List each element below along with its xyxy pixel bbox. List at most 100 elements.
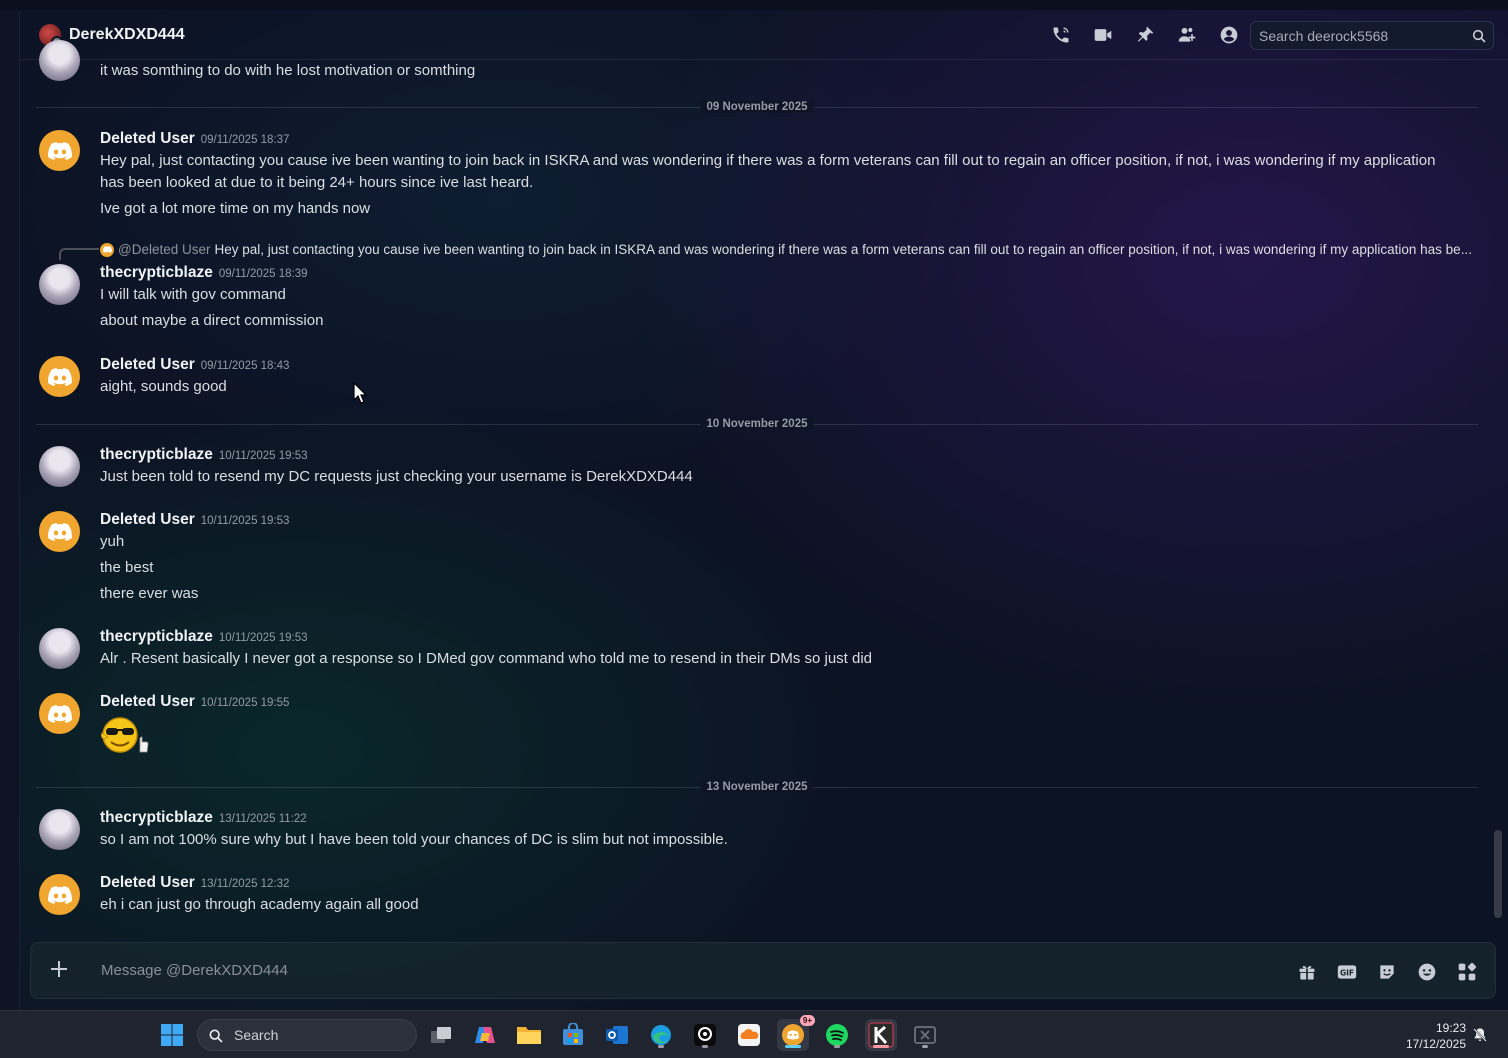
avatar[interactable] [39, 693, 80, 734]
avatar[interactable] [39, 264, 80, 305]
timestamp: 10/11/2025 19:55 [200, 697, 290, 709]
message-text: eh i can just go through academy again a… [100, 896, 419, 913]
video-call-icon[interactable] [1082, 10, 1124, 60]
date-divider: 13 November 2025 [36, 781, 1478, 793]
discord-logo-icon [47, 141, 72, 160]
gift-icon[interactable] [1287, 952, 1327, 992]
taskbar-search[interactable]: Search [197, 1019, 417, 1051]
running-indicator [834, 1045, 840, 1048]
dm-title[interactable]: DerekXDXD444 [69, 26, 185, 44]
k-app-icon[interactable] [865, 1019, 897, 1051]
discord-logo-icon [47, 704, 72, 723]
reply-preview[interactable]: @Deleted User Hey pal, just contacting y… [100, 242, 1472, 257]
avatar[interactable] [39, 356, 80, 397]
user-profile-icon[interactable] [1208, 10, 1250, 60]
message-composer[interactable]: Message @DerekXDXD444 GIF [30, 942, 1496, 999]
username[interactable]: Deleted User [100, 130, 195, 147]
clock-time: 19:23 [1435, 1021, 1466, 1035]
message-text: so I am not 100% sure why but I have bee… [100, 831, 728, 848]
steam-app-icon[interactable] [689, 1019, 721, 1051]
avatar[interactable] [39, 130, 80, 171]
edge-browser-icon[interactable] [645, 1019, 677, 1051]
message-scrollbar[interactable] [1494, 830, 1502, 918]
timestamp: 10/11/2025 19:53 [218, 450, 308, 462]
spotify-icon[interactable] [821, 1019, 853, 1051]
discord-taskbar-icon[interactable]: 9+ [777, 1015, 815, 1051]
upload-plus-icon[interactable] [49, 959, 73, 983]
system-clock[interactable]: 19:23 17/12/2025 [1392, 1020, 1466, 1052]
windows-start-icon[interactable] [160, 1023, 184, 1052]
message-text: Ive got a lot more time on my hands now [100, 200, 371, 217]
reply-avatar [100, 242, 114, 257]
username[interactable]: Deleted User [100, 693, 195, 710]
task-view-icon[interactable] [425, 1019, 457, 1051]
composer-toolbar: GIF [1287, 943, 1487, 1000]
running-indicator [922, 1045, 928, 1048]
username[interactable]: Deleted User [100, 874, 195, 891]
username[interactable]: thecrypticblaze [100, 446, 213, 463]
reply-author[interactable]: @Deleted User [118, 242, 211, 257]
message-text: there ever was [100, 585, 199, 602]
search-icon[interactable] [1471, 28, 1487, 47]
outlook-icon[interactable] [601, 1019, 633, 1051]
date-divider: 10 November 2025 [36, 418, 1478, 430]
message-text: has been looked at due to it being 24+ h… [100, 174, 534, 191]
search-input[interactable]: Search deerock5568 [1250, 21, 1494, 50]
timestamp: 09/11/2025 18:37 [200, 134, 290, 146]
discord-logo-icon [47, 522, 72, 541]
clock-date: 17/12/2025 [1405, 1037, 1466, 1051]
message-text: Alr . Resent basically I never got a res… [100, 650, 873, 667]
message-header: thecrypticblaze 10/11/2025 19:53 [100, 446, 308, 464]
username[interactable]: Deleted User [100, 511, 195, 528]
snipping-tool-icon[interactable] [909, 1019, 941, 1051]
avatar[interactable] [39, 874, 80, 915]
message-text: I will talk with gov command [100, 286, 286, 303]
date-divider-label: 09 November 2025 [700, 101, 814, 113]
avatar[interactable] [39, 628, 80, 669]
running-indicator [658, 1045, 664, 1048]
add-friends-icon[interactable] [1166, 10, 1208, 60]
username[interactable]: Deleted User [100, 356, 195, 373]
pin-icon[interactable] [1124, 10, 1166, 60]
username[interactable]: thecrypticblaze [100, 628, 213, 645]
username[interactable]: thecrypticblaze [100, 809, 213, 826]
avatar[interactable] [39, 446, 80, 487]
sticker-icon[interactable] [1367, 952, 1407, 992]
gif-icon[interactable]: GIF [1327, 952, 1367, 992]
discord-logo-icon [47, 367, 72, 386]
message-input[interactable]: Message @DerekXDXD444 [101, 962, 288, 979]
dm-header: DerekXDXD444 Search deerock5568 [20, 10, 1508, 60]
active-indicator [785, 1045, 801, 1048]
emoji-icon[interactable] [1407, 952, 1447, 992]
username[interactable]: thecrypticblaze [100, 264, 213, 281]
svg-text:GIF: GIF [1340, 968, 1354, 977]
date-divider-label: 13 November 2025 [700, 781, 814, 793]
timestamp: 09/11/2025 18:39 [218, 268, 308, 280]
avatar[interactable] [39, 511, 80, 552]
running-indicator [702, 1045, 708, 1048]
avatar[interactable] [39, 809, 80, 850]
voice-call-icon[interactable] [1040, 10, 1082, 60]
apps-icon[interactable] [1447, 952, 1487, 992]
timestamp: 10/11/2025 19:53 [218, 632, 308, 644]
message-header: thecrypticblaze 10/11/2025 19:53 [100, 628, 308, 646]
message-text: Hey pal, just contacting you cause ive b… [100, 152, 1436, 169]
windows-taskbar: Search 9+ 19:23 17/12/2025 [0, 1010, 1508, 1058]
notification-bell-icon[interactable] [1472, 1027, 1488, 1048]
timestamp: 10/11/2025 19:53 [200, 515, 290, 527]
message-header: thecrypticblaze 09/11/2025 18:39 [100, 264, 308, 282]
date-divider: 09 November 2025 [36, 101, 1478, 113]
message-header: Deleted User 10/11/2025 19:53 [100, 511, 289, 529]
discord-window: DerekXDXD444 Search deerock5568 it was s… [0, 0, 1508, 1010]
copilot-icon[interactable] [469, 1019, 501, 1051]
avatar[interactable] [39, 40, 80, 81]
message-text: aight, sounds good [100, 378, 227, 395]
sidebar-edge [0, 10, 20, 1010]
file-explorer-icon[interactable] [513, 1019, 545, 1051]
active-indicator [873, 1045, 889, 1048]
timestamp: 09/11/2025 18:43 [200, 360, 290, 372]
microsoft-store-icon[interactable] [557, 1019, 589, 1051]
cloud-app-icon[interactable] [733, 1019, 765, 1051]
message-header: Deleted User 10/11/2025 19:55 [100, 693, 289, 711]
sunglasses-thumbs-up-emoji-icon[interactable] [100, 717, 150, 760]
